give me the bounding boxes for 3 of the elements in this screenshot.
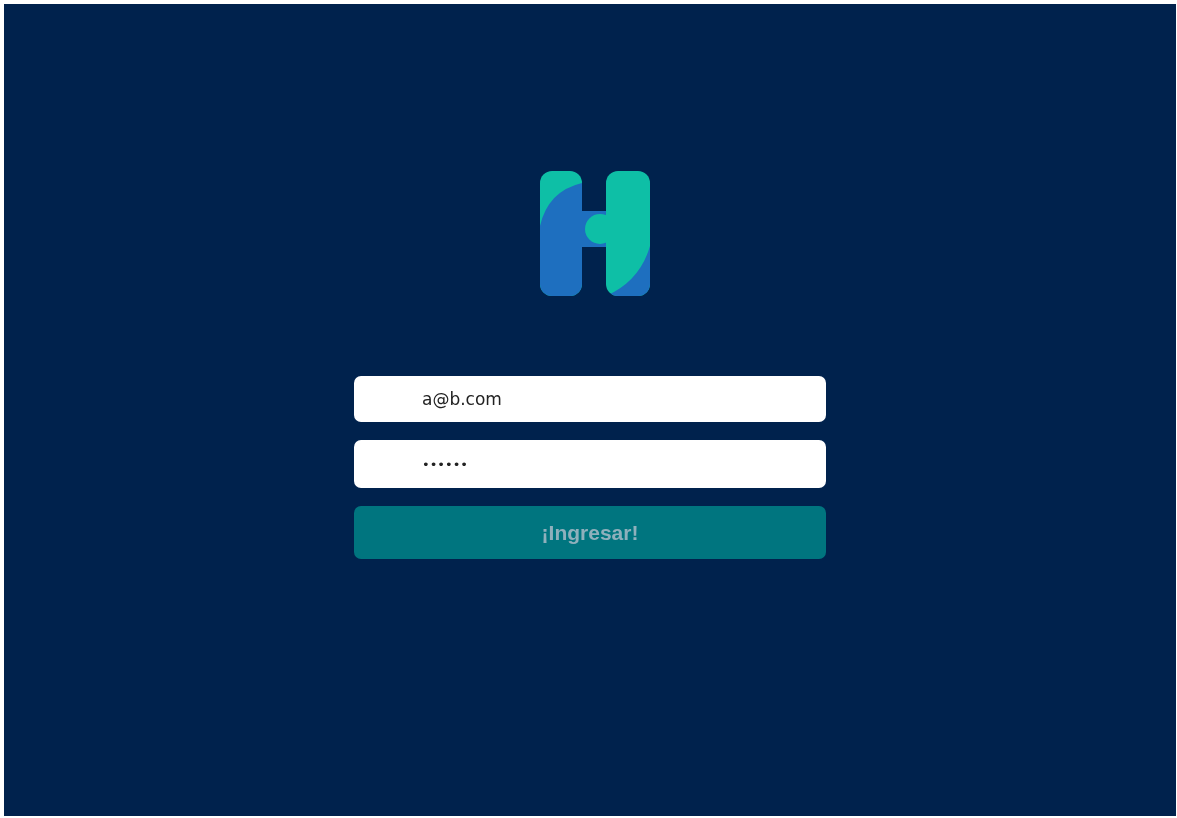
logo-icon [540, 171, 650, 296]
password-field[interactable]: •••••• [354, 440, 826, 488]
email-field[interactable]: a@b.com [354, 376, 826, 422]
